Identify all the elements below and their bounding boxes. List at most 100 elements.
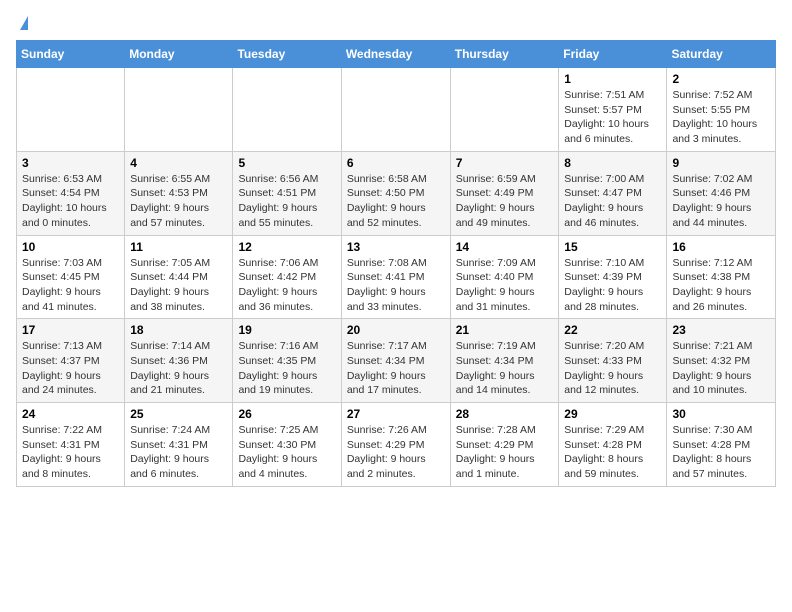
col-header-wednesday: Wednesday: [341, 41, 450, 68]
day-info: Sunrise: 7:26 AM Sunset: 4:29 PM Dayligh…: [347, 423, 445, 482]
calendar-cell: 14 Sunrise: 7:09 AM Sunset: 4:40 PM Dayli…: [450, 235, 559, 319]
calendar-cell: 4 Sunrise: 6:55 AM Sunset: 4:53 PM Daylig…: [125, 151, 233, 235]
day-info: Sunrise: 7:20 AM Sunset: 4:33 PM Dayligh…: [564, 339, 661, 398]
day-info: Sunrise: 6:59 AM Sunset: 4:49 PM Dayligh…: [456, 172, 554, 231]
logo-triangle-icon: [20, 16, 28, 30]
calendar-week-4: 17 Sunrise: 7:13 AM Sunset: 4:37 PM Dayli…: [17, 319, 776, 403]
day-number: 8: [564, 156, 661, 170]
day-info: Sunrise: 7:17 AM Sunset: 4:34 PM Dayligh…: [347, 339, 445, 398]
calendar-header-row: SundayMondayTuesdayWednesdayThursdayFrid…: [17, 41, 776, 68]
day-number: 12: [238, 240, 335, 254]
day-number: 5: [238, 156, 335, 170]
day-number: 27: [347, 407, 445, 421]
calendar-cell: 18Sunrise: 7:14 AM Sunset: 4:36 PM Dayli…: [125, 319, 233, 403]
day-number: 3: [22, 156, 119, 170]
calendar-table: SundayMondayTuesdayWednesdayThursdayFrid…: [16, 40, 776, 487]
calendar-cell: 11 Sunrise: 7:05 AM Sunset: 4:44 PM Dayli…: [125, 235, 233, 319]
calendar-cell: 25 Sunrise: 7:24 AM Sunset: 4:31 PM Dayli…: [125, 403, 233, 487]
day-info: Sunrise: 7:24 AM Sunset: 4:31 PM Dayligh…: [130, 423, 227, 482]
day-number: 29: [564, 407, 661, 421]
calendar-cell: 28Sunrise: 7:28 AM Sunset: 4:29 PM Dayli…: [450, 403, 559, 487]
calendar-cell: 5Sunrise: 6:56 AM Sunset: 4:51 PM Daylig…: [233, 151, 341, 235]
day-info: Sunrise: 7:06 AM Sunset: 4:42 PM Dayligh…: [238, 256, 335, 315]
calendar-cell: 22 Sunrise: 7:20 AM Sunset: 4:33 PM Dayli…: [559, 319, 667, 403]
day-number: 15: [564, 240, 661, 254]
day-number: 14: [456, 240, 554, 254]
day-info: Sunrise: 7:21 AM Sunset: 4:32 PM Dayligh…: [672, 339, 770, 398]
col-header-tuesday: Tuesday: [233, 41, 341, 68]
day-number: 16: [672, 240, 770, 254]
col-header-monday: Monday: [125, 41, 233, 68]
day-info: Sunrise: 7:30 AM Sunset: 4:28 PM Dayligh…: [672, 423, 770, 482]
day-number: 24: [22, 407, 119, 421]
calendar-cell: 1 Sunrise: 7:51 AM Sunset: 5:57 PM Daylig…: [559, 68, 667, 152]
calendar-week-5: 24Sunrise: 7:22 AM Sunset: 4:31 PM Dayli…: [17, 403, 776, 487]
day-number: 25: [130, 407, 227, 421]
day-number: 21: [456, 323, 554, 337]
calendar-cell: [17, 68, 125, 152]
calendar-cell: 26Sunrise: 7:25 AM Sunset: 4:30 PM Dayli…: [233, 403, 341, 487]
day-number: 30: [672, 407, 770, 421]
day-number: 13: [347, 240, 445, 254]
col-header-saturday: Saturday: [667, 41, 776, 68]
calendar-cell: 9Sunrise: 7:02 AM Sunset: 4:46 PM Daylig…: [667, 151, 776, 235]
day-number: 9: [672, 156, 770, 170]
calendar-cell: 23 Sunrise: 7:21 AM Sunset: 4:32 PM Dayli…: [667, 319, 776, 403]
day-info: Sunrise: 7:13 AM Sunset: 4:37 PM Dayligh…: [22, 339, 119, 398]
day-info: Sunrise: 7:03 AM Sunset: 4:45 PM Dayligh…: [22, 256, 119, 315]
day-number: 18: [130, 323, 227, 337]
col-header-sunday: Sunday: [17, 41, 125, 68]
logo: [16, 16, 28, 30]
calendar-cell: 24Sunrise: 7:22 AM Sunset: 4:31 PM Dayli…: [17, 403, 125, 487]
header: [16, 16, 776, 30]
calendar-cell: 15Sunrise: 7:10 AM Sunset: 4:39 PM Dayli…: [559, 235, 667, 319]
day-number: 10: [22, 240, 119, 254]
calendar-cell: 3 Sunrise: 6:53 AM Sunset: 4:54 PM Daylig…: [17, 151, 125, 235]
day-number: 11: [130, 240, 227, 254]
day-number: 2: [672, 72, 770, 86]
day-number: 19: [238, 323, 335, 337]
day-info: Sunrise: 7:51 AM Sunset: 5:57 PM Dayligh…: [564, 88, 661, 147]
calendar-cell: 13 Sunrise: 7:08 AM Sunset: 4:41 PM Dayli…: [341, 235, 450, 319]
calendar-cell: 19 Sunrise: 7:16 AM Sunset: 4:35 PM Dayli…: [233, 319, 341, 403]
day-number: 7: [456, 156, 554, 170]
calendar-cell: 30 Sunrise: 7:30 AM Sunset: 4:28 PM Dayli…: [667, 403, 776, 487]
calendar-cell: [450, 68, 559, 152]
day-number: 28: [456, 407, 554, 421]
calendar-cell: 17 Sunrise: 7:13 AM Sunset: 4:37 PM Dayli…: [17, 319, 125, 403]
calendar-cell: 21 Sunrise: 7:19 AM Sunset: 4:34 PM Dayli…: [450, 319, 559, 403]
calendar-week-2: 3 Sunrise: 6:53 AM Sunset: 4:54 PM Daylig…: [17, 151, 776, 235]
day-number: 4: [130, 156, 227, 170]
calendar-cell: 10 Sunrise: 7:03 AM Sunset: 4:45 PM Dayli…: [17, 235, 125, 319]
day-info: Sunrise: 7:09 AM Sunset: 4:40 PM Dayligh…: [456, 256, 554, 315]
day-number: 6: [347, 156, 445, 170]
day-number: 20: [347, 323, 445, 337]
day-number: 23: [672, 323, 770, 337]
calendar-cell: [125, 68, 233, 152]
day-info: Sunrise: 7:25 AM Sunset: 4:30 PM Dayligh…: [238, 423, 335, 482]
col-header-friday: Friday: [559, 41, 667, 68]
calendar-cell: 27 Sunrise: 7:26 AM Sunset: 4:29 PM Dayli…: [341, 403, 450, 487]
calendar-cell: 20 Sunrise: 7:17 AM Sunset: 4:34 PM Dayli…: [341, 319, 450, 403]
day-info: Sunrise: 6:53 AM Sunset: 4:54 PM Dayligh…: [22, 172, 119, 231]
day-number: 17: [22, 323, 119, 337]
day-info: Sunrise: 7:00 AM Sunset: 4:47 PM Dayligh…: [564, 172, 661, 231]
day-number: 22: [564, 323, 661, 337]
calendar-cell: 29Sunrise: 7:29 AM Sunset: 4:28 PM Dayli…: [559, 403, 667, 487]
day-info: Sunrise: 7:16 AM Sunset: 4:35 PM Dayligh…: [238, 339, 335, 398]
calendar-cell: 12 Sunrise: 7:06 AM Sunset: 4:42 PM Dayli…: [233, 235, 341, 319]
day-info: Sunrise: 6:55 AM Sunset: 4:53 PM Dayligh…: [130, 172, 227, 231]
day-info: Sunrise: 7:05 AM Sunset: 4:44 PM Dayligh…: [130, 256, 227, 315]
calendar-week-3: 10 Sunrise: 7:03 AM Sunset: 4:45 PM Dayli…: [17, 235, 776, 319]
day-info: Sunrise: 6:58 AM Sunset: 4:50 PM Dayligh…: [347, 172, 445, 231]
calendar-week-1: 1 Sunrise: 7:51 AM Sunset: 5:57 PM Daylig…: [17, 68, 776, 152]
day-info: Sunrise: 7:12 AM Sunset: 4:38 PM Dayligh…: [672, 256, 770, 315]
day-info: Sunrise: 7:19 AM Sunset: 4:34 PM Dayligh…: [456, 339, 554, 398]
day-info: Sunrise: 7:08 AM Sunset: 4:41 PM Dayligh…: [347, 256, 445, 315]
calendar-cell: [341, 68, 450, 152]
calendar-cell: 6 Sunrise: 6:58 AM Sunset: 4:50 PM Daylig…: [341, 151, 450, 235]
calendar-cell: 8 Sunrise: 7:00 AM Sunset: 4:47 PM Daylig…: [559, 151, 667, 235]
calendar-cell: 7 Sunrise: 6:59 AM Sunset: 4:49 PM Daylig…: [450, 151, 559, 235]
day-number: 1: [564, 72, 661, 86]
day-info: Sunrise: 7:52 AM Sunset: 5:55 PM Dayligh…: [672, 88, 770, 147]
